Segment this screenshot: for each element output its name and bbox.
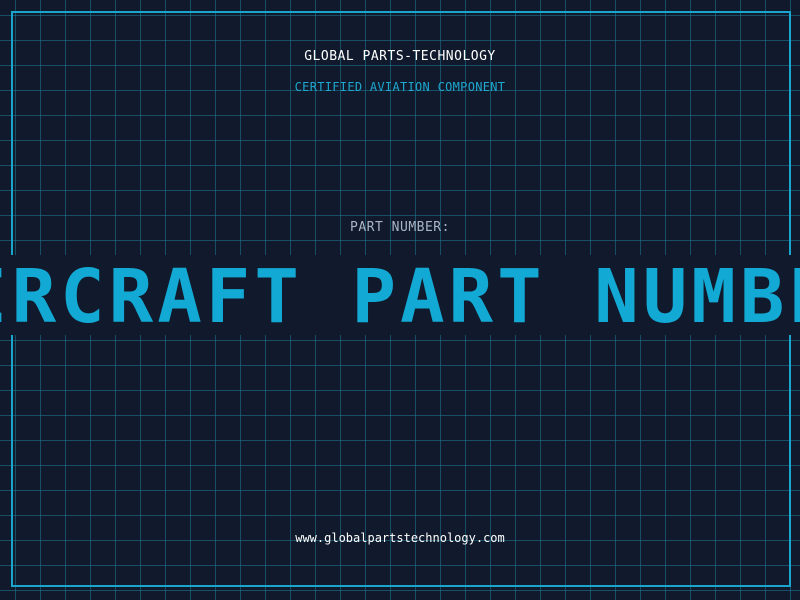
part-number-band: AIRCRAFT PART NUMBER bbox=[0, 255, 800, 335]
certification-subtitle: CERTIFIED AVIATION COMPONENT bbox=[294, 80, 506, 94]
part-number-label: PART NUMBER: bbox=[350, 220, 450, 235]
part-card: GLOBAL PARTS-TECHNOLOGY CERTIFIED AVIATI… bbox=[0, 0, 800, 600]
company-name: GLOBAL PARTS-TECHNOLOGY bbox=[304, 49, 496, 64]
website-url[interactable]: www.globalpartstechnology.com bbox=[0, 531, 800, 545]
part-number-value: AIRCRAFT PART NUMBER bbox=[0, 255, 800, 335]
